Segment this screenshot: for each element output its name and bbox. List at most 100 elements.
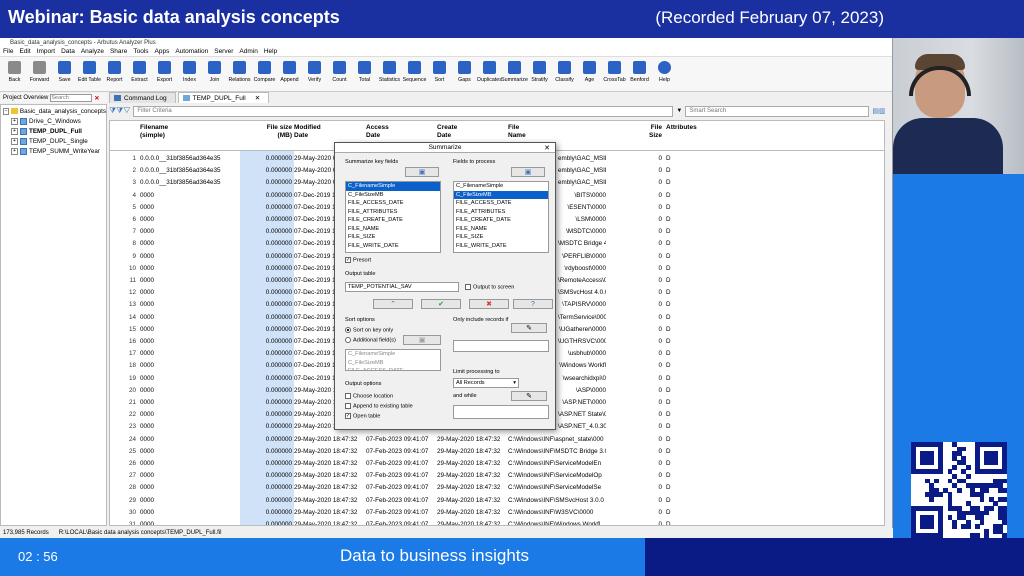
expand-toggle-icon[interactable]: + xyxy=(11,147,18,155)
toolbar-sort-button[interactable]: Sort xyxy=(427,57,452,91)
column-header[interactable]: Filename (simple) xyxy=(140,124,238,140)
toolbar-verify-button[interactable]: Verify xyxy=(302,57,327,91)
tab-temp-dupl-full[interactable]: TEMP_DUPL_Full ✕ xyxy=(177,92,270,103)
ok-button[interactable]: ✔ xyxy=(421,299,461,309)
key-fields-list[interactable]: C_FilenameSimple C_FileSizeMB FILE_ACCESS_… xyxy=(345,181,441,253)
column-header[interactable]: File Size xyxy=(608,124,662,140)
additional-fields-picker[interactable]: ▣ xyxy=(403,335,441,345)
menu-item-automation[interactable]: Automation xyxy=(175,48,208,55)
output-table-input[interactable]: TEMP_POTENTIAL_SAV xyxy=(345,282,459,292)
table-row[interactable]: 30 0000 0.000000 29-May-2020 18:47:32 07-Feb… xyxy=(110,507,884,519)
toolbar-count-button[interactable]: Count xyxy=(327,57,352,91)
list-item[interactable]: C_FilenameSimple xyxy=(346,350,440,359)
close-icon[interactable]: ✕ xyxy=(544,144,550,152)
table-row[interactable]: 31 0000 0.000000 29-May-2020 18:47:32 07-Feb… xyxy=(110,519,884,525)
filter-icons[interactable]: ⧩⧩▽ xyxy=(109,106,130,116)
list-item[interactable]: FILE_ACCESS_DATE xyxy=(454,199,548,208)
list-item[interactable]: FILE_CREATE_DATE xyxy=(346,216,440,225)
column-header[interactable]: File size (MB) xyxy=(240,124,292,140)
choose-location-checkbox[interactable]: Choose location xyxy=(345,393,393,399)
toolbar-report-button[interactable]: Report xyxy=(102,57,127,91)
menu-item-data[interactable]: Data xyxy=(61,48,75,55)
column-header[interactable]: Create Date xyxy=(437,124,507,140)
limit-processing-select[interactable]: All Records ▾ xyxy=(453,378,519,388)
tree-item-basic-data-analysis-concepts[interactable]: − Basic_data_analysis_concepts xyxy=(1,106,106,116)
menu-item-tools[interactable]: Tools xyxy=(133,48,148,55)
toolbar-back-button[interactable]: Back xyxy=(2,57,27,91)
menu-item-edit[interactable]: Edit xyxy=(19,48,30,55)
expression-builder-button[interactable]: ✎ xyxy=(511,323,547,333)
cancel-button[interactable]: ✖ xyxy=(469,299,509,309)
while-input[interactable] xyxy=(453,405,549,419)
toolbar-benford-button[interactable]: Benford xyxy=(627,57,652,91)
menu-item-server[interactable]: Server xyxy=(214,48,233,55)
help-button[interactable]: ? xyxy=(513,299,553,309)
toolbar-sequence-button[interactable]: Sequence xyxy=(402,57,427,91)
menu-item-admin[interactable]: Admin xyxy=(239,48,257,55)
list-item[interactable]: FILE_ACCESS_DATE xyxy=(346,199,440,208)
column-header[interactable]: Access Date xyxy=(366,124,436,140)
toolbar-total-button[interactable]: Total xyxy=(352,57,377,91)
toolbar-classify-button[interactable]: Classify xyxy=(552,57,577,91)
table-row[interactable]: 27 0000 0.000000 29-May-2020 18:47:32 07-Feb… xyxy=(110,470,884,482)
list-item[interactable]: C_FilenameSimple xyxy=(454,182,548,191)
list-item[interactable]: FILE_ACCESS_DATE xyxy=(346,367,440,370)
expand-toggle-icon[interactable]: + xyxy=(11,127,18,135)
clear-search-icon[interactable]: ✕ xyxy=(94,95,99,102)
append-existing-checkbox[interactable]: Append to existing table xyxy=(345,403,413,409)
toolbar-index-button[interactable]: Index xyxy=(177,57,202,91)
toolbar-crosstab-button[interactable]: CrossTab xyxy=(602,57,627,91)
while-expression-button[interactable]: ✎ xyxy=(511,391,547,401)
menu-item-analyze[interactable]: Analyze xyxy=(81,48,104,55)
tab-command-log[interactable]: Command Log xyxy=(109,92,176,103)
toolbar-gaps-button[interactable]: Gaps xyxy=(452,57,477,91)
open-table-checkbox[interactable]: ✓ Open table xyxy=(345,413,380,419)
key-fields-picker-button[interactable]: ▣ xyxy=(405,167,439,177)
toolbar-age-button[interactable]: Age xyxy=(577,57,602,91)
toolbar-duplicates-button[interactable]: Duplicates xyxy=(477,57,502,91)
list-item[interactable]: C_FilenameSimple xyxy=(346,182,440,191)
list-item[interactable]: FILE_SIZE xyxy=(454,233,548,242)
toolbar-join-button[interactable]: Join xyxy=(202,57,227,91)
table-row[interactable]: 25 0000 0.000000 29-May-2020 18:47:32 07-Feb… xyxy=(110,446,884,458)
list-item[interactable]: C_FileSizeMB xyxy=(346,191,440,200)
project-search-input[interactable] xyxy=(50,94,93,102)
toolbar-append-button[interactable]: Append xyxy=(277,57,302,91)
toolbar-compare-button[interactable]: Compare xyxy=(252,57,277,91)
dropdown-icon[interactable]: ▼ xyxy=(676,108,682,114)
tree-item-temp-summ-writeyear[interactable]: + TEMP_SUMM_WriteYear xyxy=(1,146,106,156)
toolbar-export-button[interactable]: Export xyxy=(152,57,177,91)
list-item[interactable]: FILE_NAME xyxy=(346,225,440,234)
filter-criteria-input[interactable]: Filter Criteria xyxy=(133,105,674,117)
toolbar-stratify-button[interactable]: Stratify xyxy=(527,57,552,91)
column-header[interactable]: File Name xyxy=(508,124,606,140)
toolbar-save-button[interactable]: Save xyxy=(52,57,77,91)
table-row[interactable]: 29 0000 0.000000 29-May-2020 18:47:32 07-Feb… xyxy=(110,495,884,507)
toolbar-help-button[interactable]: Help xyxy=(652,57,677,91)
expand-toggle-icon[interactable]: − xyxy=(3,107,10,115)
close-tab-icon[interactable]: ✕ xyxy=(255,94,260,102)
column-header[interactable]: Attributes xyxy=(666,124,706,132)
list-item[interactable]: C_FileSizeMB xyxy=(346,359,440,368)
table-row[interactable]: 24 0000 0.000000 29-May-2020 18:47:32 07-Feb… xyxy=(110,434,884,446)
process-fields-list[interactable]: C_FilenameSimple C_FileSizeMB FILE_ACCESS_… xyxy=(453,181,549,253)
chart-icon[interactable]: ▤▥ xyxy=(872,107,885,115)
smart-search-input[interactable]: Smart Search xyxy=(685,105,870,117)
list-item[interactable]: FILE_SIZE xyxy=(346,233,440,242)
table-row[interactable]: 26 0000 0.000000 29-May-2020 18:47:32 07-Feb… xyxy=(110,458,884,470)
menu-item-file[interactable]: File xyxy=(3,48,13,55)
process-fields-picker-button[interactable]: ▣ xyxy=(511,167,545,177)
list-item[interactable]: FILE_ATTRIBUTES xyxy=(454,208,548,217)
up-button[interactable]: ⌃ xyxy=(373,299,413,309)
list-item[interactable]: FILE_NAME xyxy=(454,225,548,234)
only-include-input[interactable] xyxy=(453,340,549,352)
menu-item-help[interactable]: Help xyxy=(264,48,277,55)
list-item[interactable]: FILE_CREATE_DATE xyxy=(454,216,548,225)
list-item[interactable]: FILE_WRITE_DATE xyxy=(346,242,440,251)
tree-item-temp-dupl-full[interactable]: + TEMP_DUPL_Full xyxy=(1,126,106,136)
tree-item-temp-dupl-single[interactable]: + TEMP_DUPL_Single xyxy=(1,136,106,146)
toolbar-statistics-button[interactable]: Statistics xyxy=(377,57,402,91)
sort-key-only-radio[interactable]: Sort on key only xyxy=(345,327,393,333)
toolbar-edit-table-button[interactable]: Edit Table xyxy=(77,57,102,91)
additional-fields-radio[interactable]: Additional field(s) xyxy=(345,337,396,343)
